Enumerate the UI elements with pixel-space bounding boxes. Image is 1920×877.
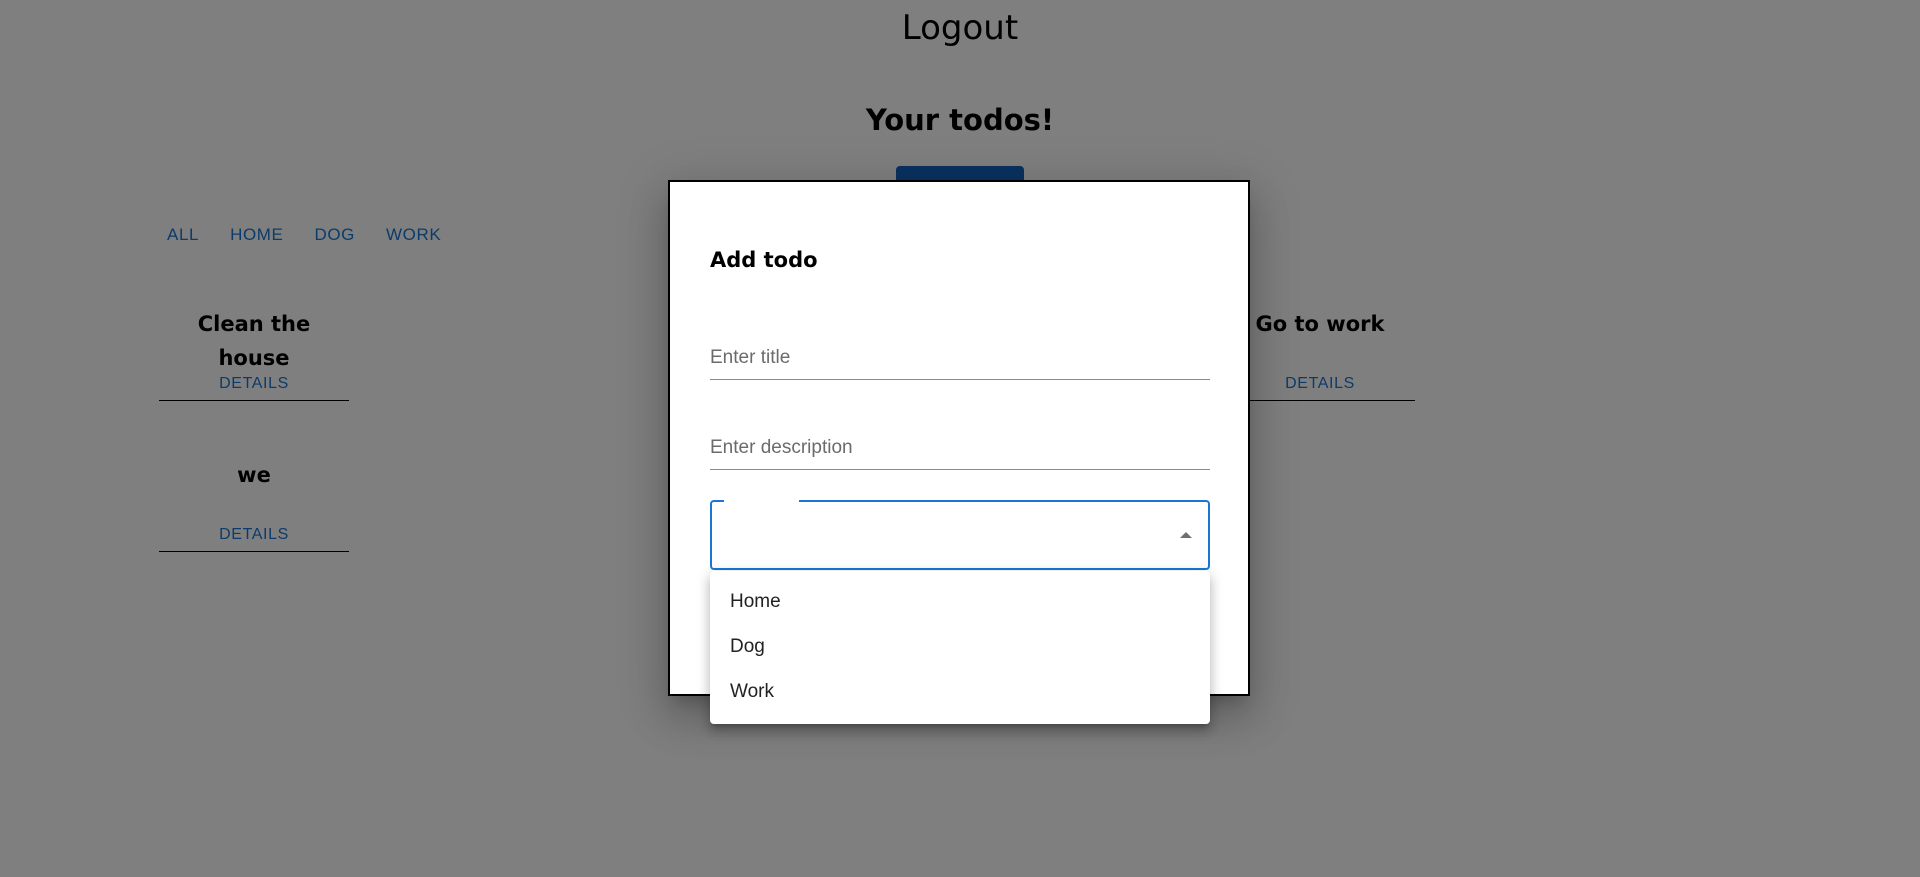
category-select[interactable] — [710, 499, 1210, 570]
option-work[interactable]: Work — [710, 669, 1210, 714]
category-options-menu: Home Dog Work — [710, 571, 1210, 724]
select-label-gap — [724, 499, 799, 503]
option-dog[interactable]: Dog — [710, 624, 1210, 669]
title-input[interactable] — [710, 340, 1210, 380]
option-home[interactable]: Home — [710, 579, 1210, 624]
dialog-title: Add todo — [710, 248, 818, 272]
caret-up-icon — [1180, 532, 1192, 538]
description-input[interactable] — [710, 430, 1210, 470]
